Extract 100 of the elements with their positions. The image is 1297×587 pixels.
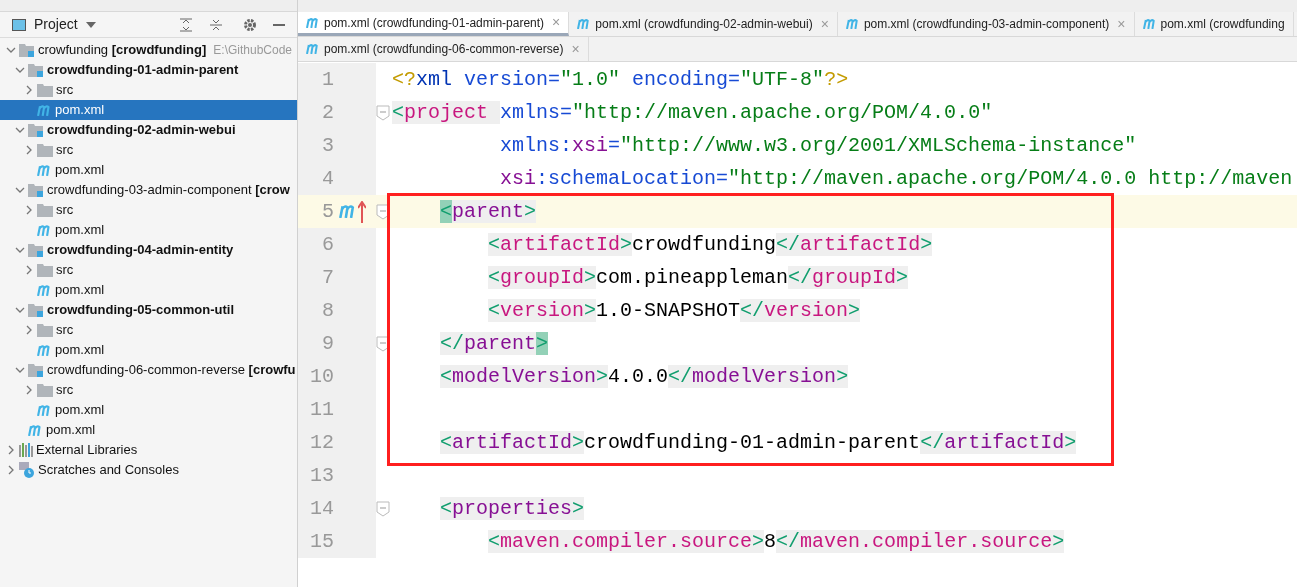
tree-item[interactable]: crowdfunding-01-admin-parent xyxy=(0,60,297,80)
line-number: 12 xyxy=(309,429,334,456)
code-line: xsi:schemaLocation="http://maven.apache.org/POM/4.0.0 http://maven. xyxy=(499,165,1297,192)
code-line: <modelVersion>4.0.0</modelVersion> xyxy=(439,363,849,390)
module-folder-icon xyxy=(28,183,44,197)
code-line: <project xmlns="http://maven.apache.org/POM/4.0.0" xyxy=(392,99,993,126)
item-label: crowdfunding-01-admin-parent xyxy=(47,61,239,80)
code-line: <parent> xyxy=(439,198,537,225)
tree-item[interactable]: pom.xml xyxy=(0,400,297,420)
item-label: crowfunding [crowdfunding] xyxy=(38,41,207,60)
tree-item[interactable]: pom.xml xyxy=(0,340,297,360)
line-number: 6 xyxy=(321,231,334,258)
module-folder-icon xyxy=(19,43,35,57)
module-folder-icon xyxy=(28,63,44,77)
code-line: <?xml version="1.0" encoding="UTF-8"?> xyxy=(392,66,849,93)
code-line: <version>1.0-SNAPSHOT</version> xyxy=(487,297,861,324)
code-line: <artifactId>crowdfunding</artifactId> xyxy=(487,231,933,258)
item-label: crowdfunding-03-admin-component [crow xyxy=(47,181,290,200)
item-label: pom.xml xyxy=(55,341,105,360)
item-label: pom.xml xyxy=(55,161,105,180)
maven-icon xyxy=(306,44,320,54)
tree-item[interactable]: pom.xml xyxy=(0,220,297,240)
fold-marker-icon[interactable] xyxy=(376,104,390,121)
folder-icon xyxy=(37,143,53,157)
item-label: src xyxy=(56,321,74,340)
settings-icon[interactable] xyxy=(243,17,257,32)
dropdown-icon[interactable] xyxy=(85,21,96,28)
tree-item[interactable]: crowdfunding-03-admin-component [crow xyxy=(0,180,297,200)
tree-item[interactable]: External Libraries xyxy=(0,440,297,460)
item-label: pom.xml xyxy=(55,101,105,120)
item-label: src xyxy=(56,261,74,280)
module-folder-icon xyxy=(28,303,44,317)
maven-icon xyxy=(306,17,320,28)
maven-icon xyxy=(37,284,52,296)
folder-icon xyxy=(37,383,53,397)
maven-icon xyxy=(845,19,860,29)
tree-item[interactable]: src xyxy=(0,380,297,400)
tree-item[interactable]: src xyxy=(0,200,297,220)
line-number: 1 xyxy=(321,66,334,93)
maven-icon xyxy=(37,104,52,116)
item-label: pom.xml xyxy=(55,221,105,240)
maven-icon xyxy=(37,164,52,176)
tree-item[interactable]: src xyxy=(0,320,297,340)
tree-item[interactable]: crowdfunding-02-admin-webui xyxy=(0,120,297,140)
code-line: <groupId>com.pineappleman</groupId> xyxy=(487,264,909,291)
maven-icon xyxy=(37,344,52,356)
fold-marker-icon[interactable] xyxy=(376,500,390,517)
panel-title[interactable]: Project xyxy=(34,14,78,35)
line-number: 4 xyxy=(321,165,334,192)
code-line: </parent> xyxy=(439,330,549,357)
line-number: 3 xyxy=(321,132,334,159)
maven-icon xyxy=(28,424,43,436)
item-label: pom.xml xyxy=(55,281,105,300)
code-line: <artifactId>crowdfunding-01-admin-parent</artifactId> xyxy=(439,429,1077,456)
module-folder-icon xyxy=(28,363,44,377)
window-icon xyxy=(12,18,26,31)
code-line: <properties> xyxy=(439,495,585,522)
item-label: crowdfunding-06-common-reverse [crowfu xyxy=(47,361,296,380)
line-number: 7 xyxy=(321,264,334,291)
up-arrow-icon[interactable] xyxy=(358,200,366,223)
collapse-all-icon[interactable] xyxy=(209,17,223,32)
item-label: pom.xml xyxy=(46,421,96,440)
tree-item[interactable]: crowdfunding-06-common-reverse [crowfu xyxy=(0,360,297,380)
tree-item[interactable]: crowdfunding-05-common-util xyxy=(0,300,297,320)
tree-item[interactable]: crowdfunding-04-admin-entity xyxy=(0,240,297,260)
item-label: crowdfunding-02-admin-webui xyxy=(47,121,236,140)
item-label: crowdfunding-05-common-util xyxy=(47,301,235,320)
item-label: src xyxy=(56,381,74,400)
tree-item[interactable]: src xyxy=(0,140,297,160)
line-number: 10 xyxy=(309,363,334,390)
code-line: xmlns:xsi="http://www.w3.org/2001/XMLSchema-instance" xyxy=(499,132,1137,159)
tree-item[interactable]: pom.xml xyxy=(0,100,297,120)
editor-tab[interactable]: pom.xml (crowdfunding-01-admin-parent) × xyxy=(298,12,570,36)
library-icon xyxy=(19,443,33,457)
maven-icon xyxy=(577,19,592,29)
folder-icon xyxy=(37,83,53,97)
code-line: <maven.compiler.source>8</maven.compiler.source> xyxy=(487,528,1065,555)
minimize-icon[interactable] xyxy=(273,23,285,26)
module-folder-icon xyxy=(28,243,44,257)
maven-icon xyxy=(37,224,52,236)
tree-item[interactable]: src xyxy=(0,260,297,280)
line-number: 8 xyxy=(321,297,334,324)
maven-icon xyxy=(339,205,357,218)
item-label: pom.xml xyxy=(55,401,105,420)
item-label: src xyxy=(56,141,74,160)
item-label: src xyxy=(56,81,74,100)
maven-icon xyxy=(37,404,52,416)
tree-item[interactable]: crowfunding [crowdfunding] E:\GithubCode xyxy=(0,40,297,60)
tree-item[interactable]: pom.xml xyxy=(0,160,297,180)
maven-icon xyxy=(1142,19,1157,29)
tree-item[interactable]: pom.xml xyxy=(0,280,297,300)
tree-item[interactable]: src xyxy=(0,80,297,100)
module-folder-icon xyxy=(28,123,44,137)
line-number: 15 xyxy=(309,528,334,555)
item-label: Scratches and Consoles xyxy=(38,461,179,480)
tree-item[interactable]: pom.xml xyxy=(0,420,297,440)
folder-icon xyxy=(37,263,53,277)
scratch-clock-icon xyxy=(19,462,35,478)
tree-item[interactable]: Scratches and Consoles xyxy=(0,460,297,480)
expand-all-icon[interactable] xyxy=(179,17,193,32)
